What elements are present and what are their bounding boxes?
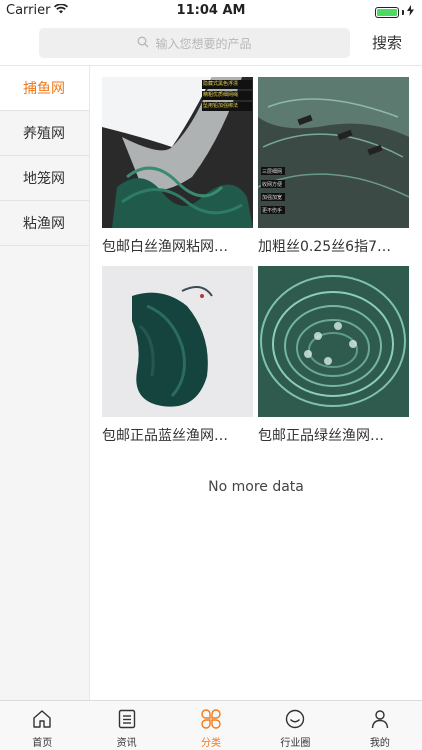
overlay-line: 加强加宽 [262,195,283,201]
tab-home[interactable]: 首页 [0,701,84,750]
sidebar-item-0[interactable]: 捕鱼网 [0,66,89,111]
product-image: 三层细网 收网方便 加强加宽 更不伤手 [258,77,409,228]
product-image: 隐藏式黑色浮漂 精粗优质细网绳 坠用铅加强绑法 [102,77,253,228]
product-grid: 隐藏式黑色浮漂 精粗优质细网绳 坠用铅加强绑法 包邮白丝渔网粘网… 三层细网 收… [102,77,410,445]
product-title: 包邮正品蓝丝渔网… [102,428,228,444]
circle-icon [286,709,305,729]
overlay-line: 收网方便 [262,182,283,188]
no-more-data-label: No more data [208,479,304,495]
battery-fill [377,9,397,16]
product-content: 隐藏式黑色浮漂 精粗优质细网绳 坠用铅加强绑法 包邮白丝渔网粘网… 三层细网 收… [90,66,422,700]
status-bar: Carrier 11:04 AM [0,0,422,22]
overlay-line: 三层细网 [262,169,283,175]
sidebar-item-2[interactable]: 地笼网 [0,156,89,201]
product-card[interactable]: 包邮正品绿丝渔网… [258,266,409,445]
charging-icon [407,5,414,20]
overlay-line: 坠用铅加强绑法 [203,103,239,109]
sidebar-item-label: 地笼网 [23,171,65,187]
overlay-line: 精粗优质细网绳 [203,92,239,98]
product-card[interactable]: 三层细网 收网方便 加强加宽 更不伤手 加粗丝0.25丝6指7… [258,77,409,256]
sidebar-item-label: 粘渔网 [23,216,65,232]
search-icon [137,36,149,51]
tab-label: 资讯 [116,738,137,749]
tab-label: 首页 [32,738,53,749]
search-placeholder: 输入您想要的产品 [155,36,252,51]
product-card[interactable]: 包邮正品蓝丝渔网… [102,266,253,445]
tab-category[interactable]: 分类 [169,701,253,750]
image-overlay-text: 三层细网 收网方便 加强加宽 更不伤手 [262,166,282,218]
search-button[interactable]: 搜索 [372,32,402,53]
tab-industry-circle[interactable]: 行业圈 [253,701,337,750]
tab-label: 分类 [201,738,222,749]
tab-profile[interactable]: 我的 [338,701,422,750]
tab-bar: 首页 资讯 分类 行业圈 我的 [0,700,422,750]
news-icon [118,709,135,729]
sidebar-item-3[interactable]: 粘渔网 [0,201,89,246]
status-time: 11:04 AM [176,3,246,18]
home-icon [33,710,51,728]
product-title: 包邮白丝渔网粘网… [102,239,228,255]
battery-cap [402,10,404,15]
profile-icon [371,710,389,729]
battery-icon [375,7,399,18]
product-title: 加粗丝0.25丝6指7… [258,239,391,255]
product-image [102,266,253,417]
sidebar-item-label: 捕鱼网 [23,81,65,97]
sidebar-item-label: 养殖网 [23,126,65,142]
tab-label: 行业圈 [280,738,311,749]
sidebar-item-1[interactable]: 养殖网 [0,111,89,156]
product-title: 包邮正品绿丝渔网… [258,428,384,444]
tab-label: 我的 [369,738,390,749]
tab-news[interactable]: 资讯 [84,701,168,750]
category-sidebar: 捕鱼网 养殖网 地笼网 粘渔网 [0,66,90,700]
product-image [258,266,409,417]
product-card[interactable]: 隐藏式黑色浮漂 精粗优质细网绳 坠用铅加强绑法 包邮白丝渔网粘网… [102,77,253,256]
search-input[interactable]: 输入您想要的产品 [39,28,350,58]
category-icon [201,709,221,729]
search-header: 输入您想要的产品 搜索 [0,22,422,66]
image-overlay-text: 隐藏式黑色浮漂 精粗优质细网绳 坠用铅加强绑法 [203,79,253,112]
status-right [375,5,414,20]
overlay-line: 隐藏式黑色浮漂 [203,81,239,87]
overlay-line: 更不伤手 [262,208,283,214]
